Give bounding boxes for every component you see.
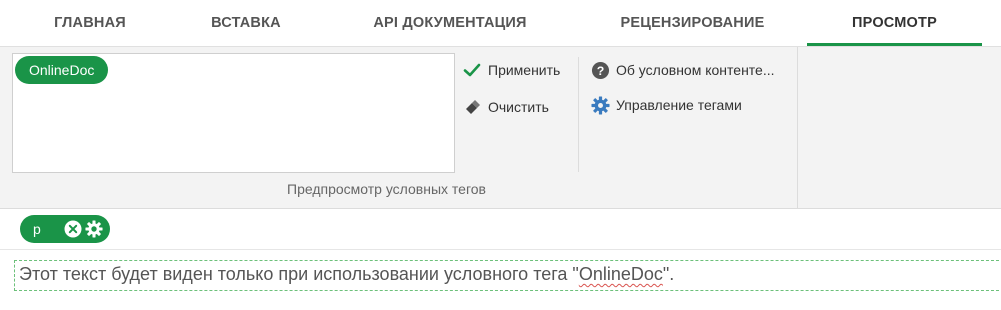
ribbon-group-label: Предпросмотр условных тегов <box>12 181 792 197</box>
content-text-after: ". <box>662 264 675 284</box>
tag-preview-box[interactable]: OnlineDoc <box>12 53 455 173</box>
tab-view[interactable]: ПРОСМОТР <box>807 0 982 46</box>
conditional-content-text[interactable]: Этот текст будет виден только при исполь… <box>19 264 674 285</box>
tab-api-docs[interactable]: API ДОКУМЕНТАЦИЯ <box>355 0 545 46</box>
clear-label: Очистить <box>488 99 549 115</box>
content-tag-word: OnlineDoc <box>578 264 663 284</box>
tab-home[interactable]: ГЛАВНАЯ <box>40 0 140 46</box>
ribbon-tabs: ГЛАВНАЯ ВСТАВКА API ДОКУМЕНТАЦИЯ РЕЦЕНЗИ… <box>0 0 1001 46</box>
tab-review[interactable]: РЕЦЕНЗИРОВАНИЕ <box>605 0 780 46</box>
paragraph-tag-chip[interactable]: p <box>20 215 110 243</box>
group-label-text: Предпросмотр условных тегов <box>287 181 486 197</box>
help-circle-icon: ? <box>590 60 610 80</box>
tab-insert[interactable]: ВСТАВКА <box>196 0 296 46</box>
settings-icon[interactable] <box>85 220 103 238</box>
ribbon-group-divider <box>797 47 798 209</box>
apply-button[interactable]: Применить <box>462 57 560 83</box>
about-label: Об условном контенте... <box>616 62 775 78</box>
content-text-before: Этот текст будет виден только при исполь… <box>19 264 579 284</box>
apply-label: Применить <box>488 62 561 78</box>
close-circle-icon[interactable] <box>64 220 82 238</box>
eraser-icon <box>462 97 482 117</box>
gear-icon <box>590 95 610 115</box>
conditional-content-block[interactable]: Этот текст будет виден только при исполь… <box>14 260 1001 291</box>
manage-tags-button[interactable]: Управление тегами <box>590 92 742 118</box>
svg-text:?: ? <box>596 63 604 77</box>
clear-button[interactable]: Очистить <box>462 94 549 120</box>
paragraph-tag-label: p <box>33 221 41 237</box>
check-icon <box>462 60 482 80</box>
manage-tags-label: Управление тегами <box>616 97 742 113</box>
group-divider <box>578 57 579 172</box>
about-conditional-content-button[interactable]: ? Об условном контенте... <box>590 57 775 83</box>
ribbon-panel: OnlineDoc Применить Очистить ? Об условн… <box>0 46 1001 209</box>
preview-tag-onlinedoc[interactable]: OnlineDoc <box>15 56 109 84</box>
tag-strip: p <box>0 210 1001 250</box>
